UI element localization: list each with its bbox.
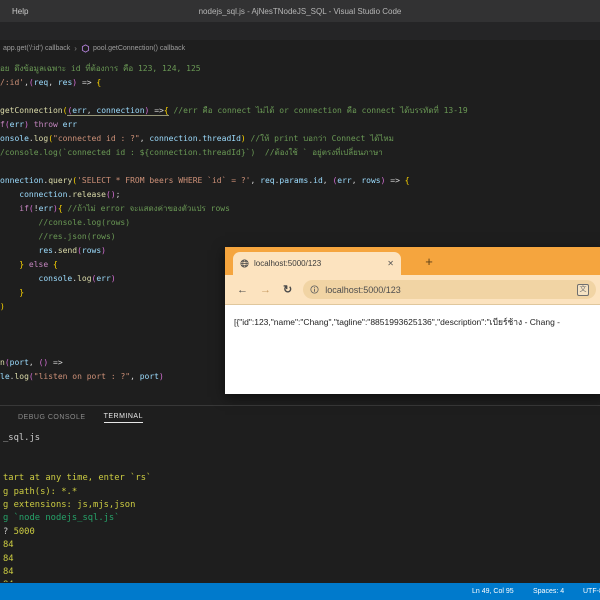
vscode-window: Help nodejs_sql.js - AjNesTNodeJS_SQL - … (0, 0, 600, 600)
tab-terminal[interactable]: TERMINAL (103, 413, 143, 423)
status-indentation[interactable]: Spaces: 4 (533, 583, 564, 600)
title-bar: Help nodejs_sql.js - AjNesTNodeJS_SQL - … (0, 0, 600, 22)
reload-button[interactable]: ↻ (283, 283, 292, 296)
breadcrumb: app.get('/:id') callback › pool.getConne… (0, 40, 600, 57)
browser-window: localhost:5000/123 ✕ + ← → ↻ localhost:5… (225, 247, 600, 394)
json-response-text: [{"id":123,"name":"Chang","tagline":"885… (234, 317, 561, 327)
status-line-col[interactable]: Ln 49, Col 95 (472, 583, 514, 600)
back-button[interactable]: ← (237, 284, 248, 296)
new-tab-button[interactable]: + (417, 250, 441, 274)
browser-tabstrip: localhost:5000/123 ✕ + (225, 247, 600, 275)
forward-button[interactable]: → (260, 284, 271, 296)
translate-icon[interactable]: 文 (577, 283, 589, 296)
breadcrumb-segment[interactable]: pool.getConnection() callback (93, 45, 185, 52)
terminal-view[interactable]: _sql.js tart at any time, enter `rs` g pa… (0, 430, 600, 582)
tab-debug-console[interactable]: DEBUG CONSOLE (18, 414, 86, 423)
editor-tabstrip (0, 22, 600, 40)
browser-toolbar: ← → ↻ localhost:5000/123 文 (225, 275, 600, 304)
bottom-panel: DEBUG CONSOLE TERMINAL _sql.js tart at a… (0, 405, 600, 583)
terminal-output: _sql.js tart at any time, enter `rs` g pa… (3, 433, 152, 582)
browser-tab[interactable]: localhost:5000/123 ✕ (233, 252, 401, 275)
browser-content: [{"id":123,"name":"Chang","tagline":"885… (225, 304, 600, 394)
close-tab-icon[interactable]: ✕ (387, 259, 394, 268)
chevron-right-icon: › (74, 44, 77, 53)
breadcrumb-segment[interactable]: app.get('/:id') callback (3, 45, 70, 52)
window-title: nodejs_sql.js - AjNesTNodeJS_SQL - Visua… (198, 6, 402, 16)
symbol-method-icon (81, 44, 90, 53)
browser-tab-title: localhost:5000/123 (254, 259, 322, 268)
status-bar: Ln 49, Col 95 Spaces: 4 UTF-8 (0, 583, 600, 600)
page-info-icon[interactable] (310, 285, 319, 294)
globe-icon (240, 259, 249, 268)
address-bar[interactable]: localhost:5000/123 文 (303, 280, 596, 299)
url-text: localhost:5000/123 (325, 284, 401, 295)
panel-tab-bar: DEBUG CONSOLE TERMINAL (0, 406, 600, 430)
status-encoding[interactable]: UTF-8 (583, 583, 600, 600)
